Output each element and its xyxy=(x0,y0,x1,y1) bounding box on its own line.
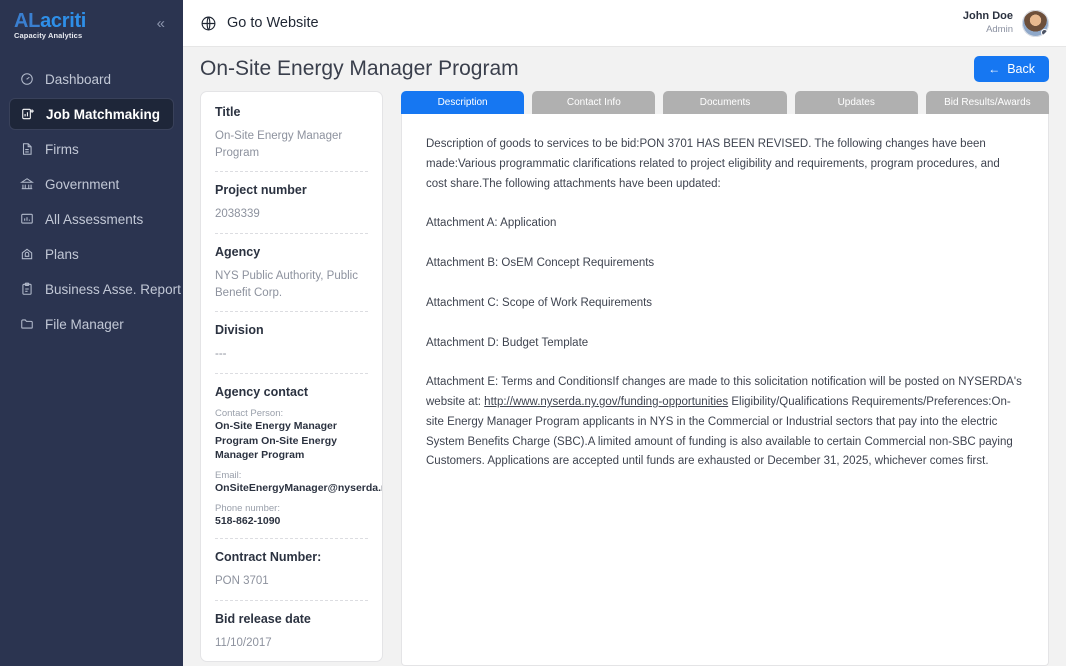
user-name: John Doe xyxy=(963,10,1013,24)
gauge-icon xyxy=(19,72,34,87)
sidebar-item-dashboard[interactable]: Dashboard xyxy=(9,63,174,95)
sidebar-nav: Dashboard Job Matchmaking Firms Governme… xyxy=(0,63,183,340)
contact-person-value: On-Site Energy Manager Program On-Site E… xyxy=(215,419,368,463)
field-project-number: Project number 2038339 xyxy=(215,183,368,234)
tab-documents[interactable]: Documents xyxy=(663,91,786,114)
tab-label: Bid Results/Awards xyxy=(944,97,1031,108)
page-title: On-Site Energy Manager Program xyxy=(200,57,519,81)
go-to-website-label: Go to Website xyxy=(227,15,319,31)
field-label: Project number xyxy=(215,183,368,197)
field-label: Division xyxy=(215,323,368,337)
sidebar-item-label: All Assessments xyxy=(45,212,143,227)
field-value: NYS Public Authority, Public Benefit Cor… xyxy=(215,268,368,301)
field-label: Agency xyxy=(215,245,368,259)
tab-contact-info[interactable]: Contact Info xyxy=(532,91,655,114)
user-info: John Doe Admin xyxy=(963,10,1013,36)
field-value: PON 3701 xyxy=(215,573,368,590)
sidebar-item-plans[interactable]: Plans xyxy=(9,238,174,270)
attachment-c-line: Attachment C: Scope of Work Requirements xyxy=(426,294,1024,314)
field-title: Title On-Site Energy Manager Program xyxy=(215,105,368,172)
sidebar-item-file-manager[interactable]: File Manager xyxy=(9,308,174,340)
sidebar-item-label: Plans xyxy=(45,247,79,262)
government-building-icon xyxy=(19,177,34,192)
field-value: --- xyxy=(215,346,368,363)
sidebar-item-job-matchmaking[interactable]: Job Matchmaking xyxy=(9,98,174,130)
home-shield-icon xyxy=(19,247,34,262)
tab-label: Documents xyxy=(700,97,751,108)
tab-label: Contact Info xyxy=(567,97,621,108)
tab-bid-results-awards[interactable]: Bid Results/Awards xyxy=(926,91,1049,114)
back-button[interactable]: ← Back xyxy=(974,56,1049,82)
sidebar-item-label: Government xyxy=(45,177,119,192)
user-role: Admin xyxy=(963,24,1013,36)
globe-icon xyxy=(200,15,217,32)
field-bid-release-date: Bid release date 11/10/2017 xyxy=(215,612,368,662)
tab-label: Updates xyxy=(838,97,875,108)
sidebar-item-firms[interactable]: Firms xyxy=(9,133,174,165)
tab-description[interactable]: Description xyxy=(401,91,524,114)
field-value: On-Site Energy Manager Program xyxy=(215,128,368,161)
tab-label: Description xyxy=(438,97,488,108)
main-region: Go to Website John Doe Admin On-Site Ene… xyxy=(183,0,1066,666)
sidebar-item-label: Firms xyxy=(45,142,79,157)
phone-label: Phone number: xyxy=(215,503,368,514)
topbar: Go to Website John Doe Admin xyxy=(183,0,1066,47)
sidebar: ALacriti Capacity Analytics « Dashboard … xyxy=(0,0,183,666)
contact-person-label: Contact Person: xyxy=(215,408,368,419)
sidebar-item-business-asse-report[interactable]: Business Asse. Report xyxy=(9,273,174,305)
field-agency-contact: Agency contact Contact Person: On-Site E… xyxy=(215,385,368,539)
nyserda-website-link[interactable]: http://www.nyserda.ny.gov/funding-opport… xyxy=(484,396,728,408)
go-to-website-button[interactable]: Go to Website xyxy=(200,15,319,32)
sidebar-item-label: File Manager xyxy=(45,317,124,332)
brand-name-part1: AL xyxy=(14,10,40,32)
chevron-double-left-icon[interactable]: « xyxy=(153,13,169,34)
sidebar-item-government[interactable]: Government xyxy=(9,168,174,200)
description-paragraph: Description of goods to services to be b… xyxy=(426,135,1024,194)
sidebar-item-label: Business Asse. Report xyxy=(45,282,181,297)
avatar[interactable] xyxy=(1022,10,1049,37)
brand-name: ALacriti xyxy=(14,10,86,32)
tab-region: Description Contact Info Documents Updat… xyxy=(401,91,1049,666)
attachment-d-line: Attachment D: Budget Template xyxy=(426,334,1024,354)
field-contract-number: Contract Number: PON 3701 xyxy=(215,550,368,601)
sidebar-item-label: Job Matchmaking xyxy=(46,107,160,122)
email-label: Email: xyxy=(215,470,368,481)
status-dot xyxy=(1041,29,1048,36)
phone-value: 518-862-1090 xyxy=(215,514,368,529)
content-area: Title On-Site Energy Manager Program Pro… xyxy=(183,91,1066,666)
app-root: ALacriti Capacity Analytics « Dashboard … xyxy=(0,0,1066,666)
field-label: Agency contact xyxy=(215,385,368,399)
field-label: Title xyxy=(215,105,368,119)
sidebar-item-all-assessments[interactable]: All Assessments xyxy=(9,203,174,235)
attachment-a-line: Attachment A: Application xyxy=(426,214,1024,234)
field-label: Bid release date xyxy=(215,612,368,626)
sidebar-brand-row: ALacriti Capacity Analytics « xyxy=(0,0,183,47)
sidebar-item-label: Dashboard xyxy=(45,72,111,87)
tab-bar: Description Contact Info Documents Updat… xyxy=(401,91,1049,114)
folder-icon xyxy=(19,317,34,332)
brand-tagline: Capacity Analytics xyxy=(14,32,86,40)
bid-detail-card: Title On-Site Energy Manager Program Pro… xyxy=(200,91,383,662)
presentation-chart-icon xyxy=(19,212,34,227)
field-label: Contract Number: xyxy=(215,550,368,564)
brand-name-part2: acriti xyxy=(40,10,86,32)
description-panel: Description of goods to services to be b… xyxy=(401,114,1049,666)
page-header: On-Site Energy Manager Program ← Back xyxy=(183,47,1066,91)
attachment-e-line: Attachment E: Terms and ConditionsIf cha… xyxy=(426,373,1024,472)
field-agency: Agency NYS Public Authority, Public Bene… xyxy=(215,245,368,312)
attachment-b-line: Attachment B: OsEM Concept Requirements xyxy=(426,254,1024,274)
clipboard-icon xyxy=(19,282,34,297)
field-division: Division --- xyxy=(215,323,368,374)
brand-logo: ALacriti Capacity Analytics xyxy=(14,7,86,40)
email-value: OnSiteEnergyManager@nyserda.ny.gov xyxy=(215,481,368,496)
field-value: 2038339 xyxy=(215,206,368,223)
back-button-label: Back xyxy=(1007,62,1035,76)
user-menu[interactable]: John Doe Admin xyxy=(963,10,1049,37)
chart-add-icon xyxy=(20,107,35,122)
document-icon xyxy=(19,142,34,157)
tab-updates[interactable]: Updates xyxy=(795,91,918,114)
arrow-left-icon: ← xyxy=(988,63,1000,75)
field-value: 11/10/2017 xyxy=(215,635,368,652)
